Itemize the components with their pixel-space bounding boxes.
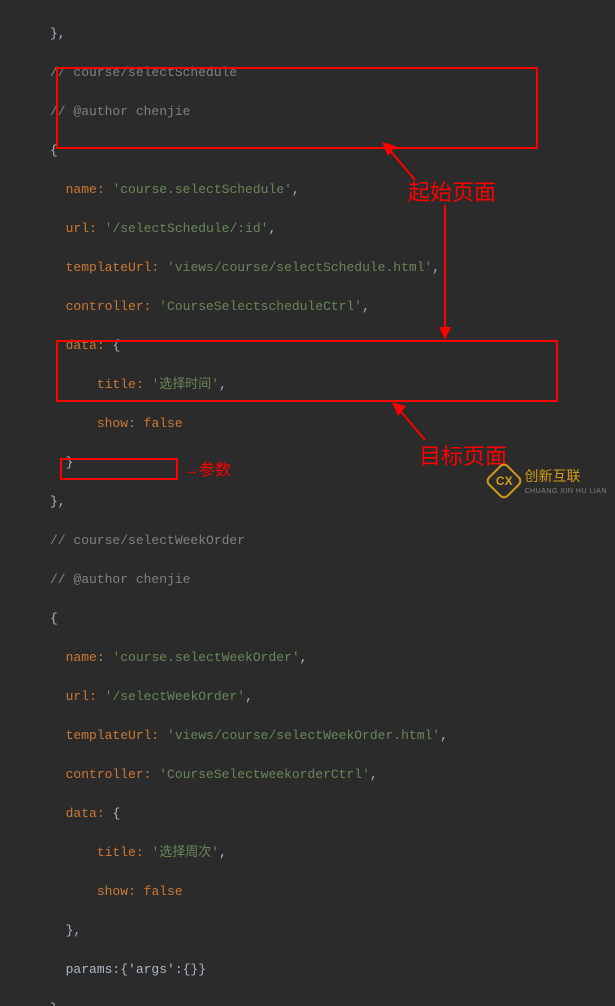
code-line: data: { — [50, 804, 615, 824]
code-line: { — [50, 609, 615, 629]
code-line: data: { — [50, 336, 615, 356]
code-line: show: false — [50, 414, 615, 434]
code-line: // @author chenjie — [50, 102, 615, 122]
code-line: // course/selectWeekOrder — [50, 531, 615, 551]
watermark-brand: 创新互联 — [524, 466, 607, 487]
code-line: templateUrl: 'views/course/selectSchedul… — [50, 258, 615, 278]
code-line: }, — [50, 24, 615, 44]
code-line: templateUrl: 'views/course/selectWeekOrd… — [50, 726, 615, 746]
code-line: name: 'course.selectSchedule', — [50, 180, 615, 200]
code-line: show: false — [50, 882, 615, 902]
code-line: // @author chenjie — [50, 570, 615, 590]
code-line: { — [50, 141, 615, 161]
code-editor[interactable]: }, // course/selectSchedule // @author c… — [0, 0, 615, 1006]
code-line: controller: 'CourseSelectscheduleCtrl', — [50, 297, 615, 317]
code-line: params:{'args':{}} — [50, 960, 615, 980]
code-line: url: '/selectSchedule/:id', — [50, 219, 615, 239]
watermark-sub: CHUANG XIN HU LIAN — [524, 487, 607, 498]
code-line: }, — [50, 999, 615, 1006]
code-line: controller: 'CourseSelectweekorderCtrl', — [50, 765, 615, 785]
watermark: CX 创新互联 CHUANG XIN HU LIAN — [490, 466, 607, 498]
code-line: title: '选择周次', — [50, 843, 615, 863]
code-line: // course/selectSchedule — [50, 63, 615, 83]
code-line: }, — [50, 921, 615, 941]
code-line: url: '/selectWeekOrder', — [50, 687, 615, 707]
watermark-logo-icon: CX — [485, 461, 525, 501]
code-line: title: '选择时间', — [50, 375, 615, 395]
code-line: name: 'course.selectWeekOrder', — [50, 648, 615, 668]
